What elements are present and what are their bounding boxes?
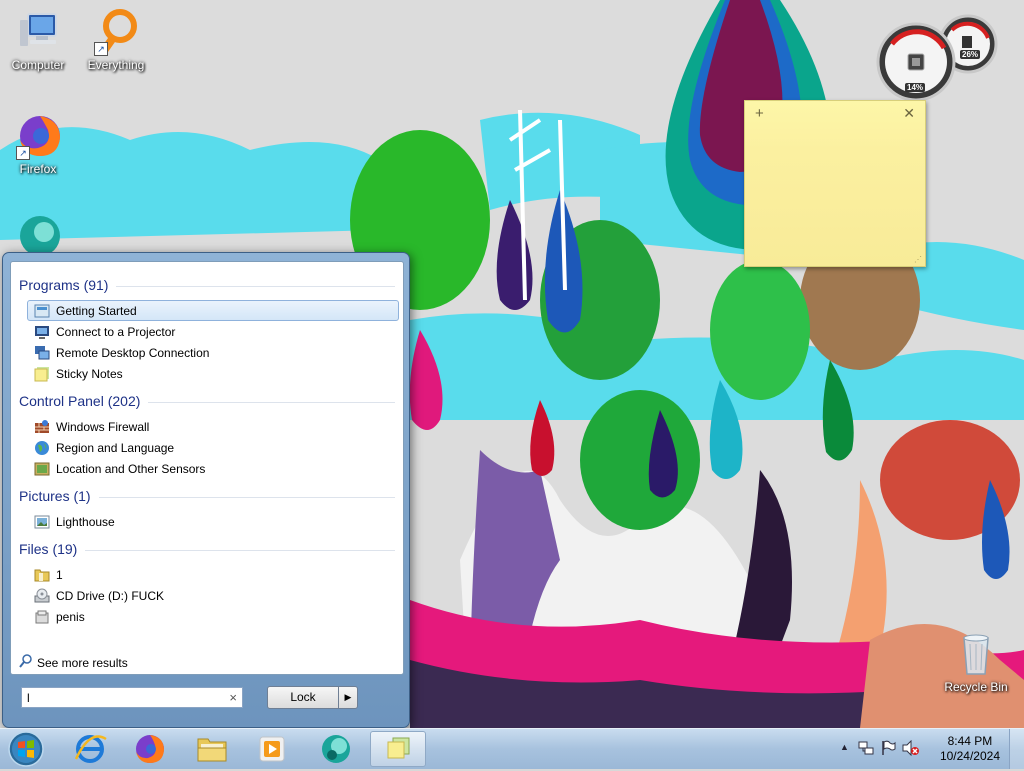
result-label: Connect to a Projector (56, 324, 176, 339)
result-label: 1 (56, 567, 63, 582)
desktop-icon-computer[interactable]: Computer (0, 8, 76, 72)
result-label: Lighthouse (56, 514, 115, 529)
app-icon (322, 735, 350, 763)
media-player-icon (259, 736, 285, 762)
start-button[interactable] (6, 730, 46, 768)
group-header-pictures[interactable]: Pictures (1) (19, 487, 395, 505)
clock-time: 8:44 PM (947, 734, 993, 748)
result-location-sensors[interactable]: Location and Other Sensors (27, 458, 399, 479)
firewall-icon (34, 419, 50, 435)
group-title: Control Panel (202) (19, 393, 141, 409)
taskbar-clock[interactable]: 8:44 PM 10/24/2024 (940, 734, 1000, 764)
recycle-bin-icon (952, 630, 1000, 678)
group-header-files[interactable]: Files (19) (19, 540, 395, 558)
close-note-icon[interactable]: ✕ (903, 105, 915, 122)
taskbar-app[interactable] (308, 731, 364, 767)
show-desktop-button[interactable] (1009, 729, 1024, 769)
result-file-1[interactable]: 1 (27, 564, 399, 585)
result-connect-projector[interactable]: Connect to a Projector (27, 321, 399, 342)
result-label: CD Drive (D:) FUCK (56, 588, 164, 603)
sensors-icon (34, 461, 50, 477)
group-title: Pictures (1) (19, 488, 91, 504)
result-label: Windows Firewall (56, 419, 150, 434)
cd-drive-icon (34, 588, 50, 604)
result-label: Sticky Notes (56, 366, 123, 381)
globe-icon (34, 440, 50, 456)
show-hidden-icons-arrow[interactable]: ▲ (840, 742, 849, 752)
remote-desktop-icon (34, 345, 50, 361)
search-value: l (27, 691, 30, 705)
internet-explorer-icon (74, 735, 107, 763)
action-center-flag-icon[interactable] (880, 740, 896, 759)
result-label: Getting Started (56, 303, 137, 318)
cpu-meter-gadget[interactable]: 14% 26% (872, 8, 1002, 102)
memory-percent: 26% (960, 50, 981, 59)
see-more-results-link[interactable]: See more results (19, 654, 128, 671)
sticky-note[interactable]: + ✕ ⋰ (744, 100, 926, 267)
desktop-icon-everything[interactable]: ↗ Everything (78, 8, 154, 72)
result-sticky-notes[interactable]: Sticky Notes (27, 363, 399, 384)
result-getting-started[interactable]: Getting Started (27, 300, 399, 321)
start-search-input[interactable]: l × (21, 687, 243, 708)
volume-muted-icon[interactable] (902, 739, 920, 759)
cpu-percent: 14% (905, 83, 926, 92)
clear-search-icon[interactable]: × (229, 690, 237, 705)
projector-icon (34, 324, 50, 340)
desktop-icon-recycle-bin[interactable]: Recycle Bin (938, 630, 1014, 694)
getting-started-icon (34, 303, 50, 319)
group-header-control-panel[interactable]: Control Panel (202) (19, 392, 395, 410)
clock-date: 10/24/2024 (939, 749, 1000, 763)
taskbar-internet-explorer[interactable] (62, 731, 118, 767)
desktop-icon-label: Everything (87, 58, 145, 72)
shortcut-arrow-icon: ↗ (16, 146, 30, 160)
search-results-panel: Programs (91) Getting Started Connect to… (10, 261, 404, 675)
desktop-icon-label: Recycle Bin (944, 680, 1008, 694)
taskbar: ▲ 8:44 PM 10/24/2024 (0, 728, 1024, 769)
see-more-label: See more results (37, 655, 128, 670)
result-label: Location and Other Sensors (56, 461, 206, 476)
network-icon[interactable] (858, 740, 874, 759)
shutdown-options-arrow-icon[interactable]: ▶ (338, 686, 358, 709)
result-windows-firewall[interactable]: Windows Firewall (27, 416, 399, 437)
sticky-notes-icon (387, 737, 410, 759)
group-header-programs[interactable]: Programs (91) (19, 276, 395, 294)
image-icon (34, 514, 50, 530)
add-note-icon[interactable]: + (755, 105, 764, 122)
notification-area: ▲ 8:44 PM 10/24/2024 (834, 729, 1024, 769)
group-title: Files (19) (19, 541, 78, 557)
group-title: Programs (91) (19, 277, 109, 293)
everything-icon: ↗ (92, 8, 140, 56)
folder-icon (34, 567, 50, 583)
result-remote-desktop[interactable]: Remote Desktop Connection (27, 342, 399, 363)
taskbar-windows-explorer[interactable] (184, 731, 240, 767)
result-label: Region and Language (56, 440, 175, 455)
start-menu: Programs (91) Getting Started Connect to… (2, 252, 410, 728)
taskbar-sticky-notes[interactable] (370, 731, 426, 767)
lock-button[interactable]: Lock (267, 686, 339, 709)
result-lighthouse[interactable]: Lighthouse (27, 511, 399, 532)
firefox-icon (136, 735, 164, 763)
result-label: Remote Desktop Connection (56, 345, 210, 360)
search-icon (19, 654, 33, 671)
taskbar-firefox[interactable] (122, 731, 178, 767)
taskbar-media-player[interactable] (244, 731, 300, 767)
desktop-icon-label: Firefox (19, 162, 57, 176)
shortcut-arrow-icon: ↗ (94, 42, 108, 56)
firefox-icon: ↗ (14, 112, 62, 160)
desktop-icon-label: Computer (11, 58, 65, 72)
result-label: penis (56, 609, 85, 624)
result-region-language[interactable]: Region and Language (27, 437, 399, 458)
resize-grip-icon[interactable]: ⋰ (914, 255, 922, 264)
desktop-icon-firefox[interactable]: ↗ Firefox (0, 112, 76, 176)
result-file-penis[interactable]: penis (27, 606, 399, 627)
file-icon (34, 609, 50, 625)
explorer-folder-icon (197, 738, 227, 762)
sticky-notes-icon (34, 366, 50, 382)
computer-icon (14, 8, 62, 56)
result-cd-drive[interactable]: CD Drive (D:) FUCK (27, 585, 399, 606)
